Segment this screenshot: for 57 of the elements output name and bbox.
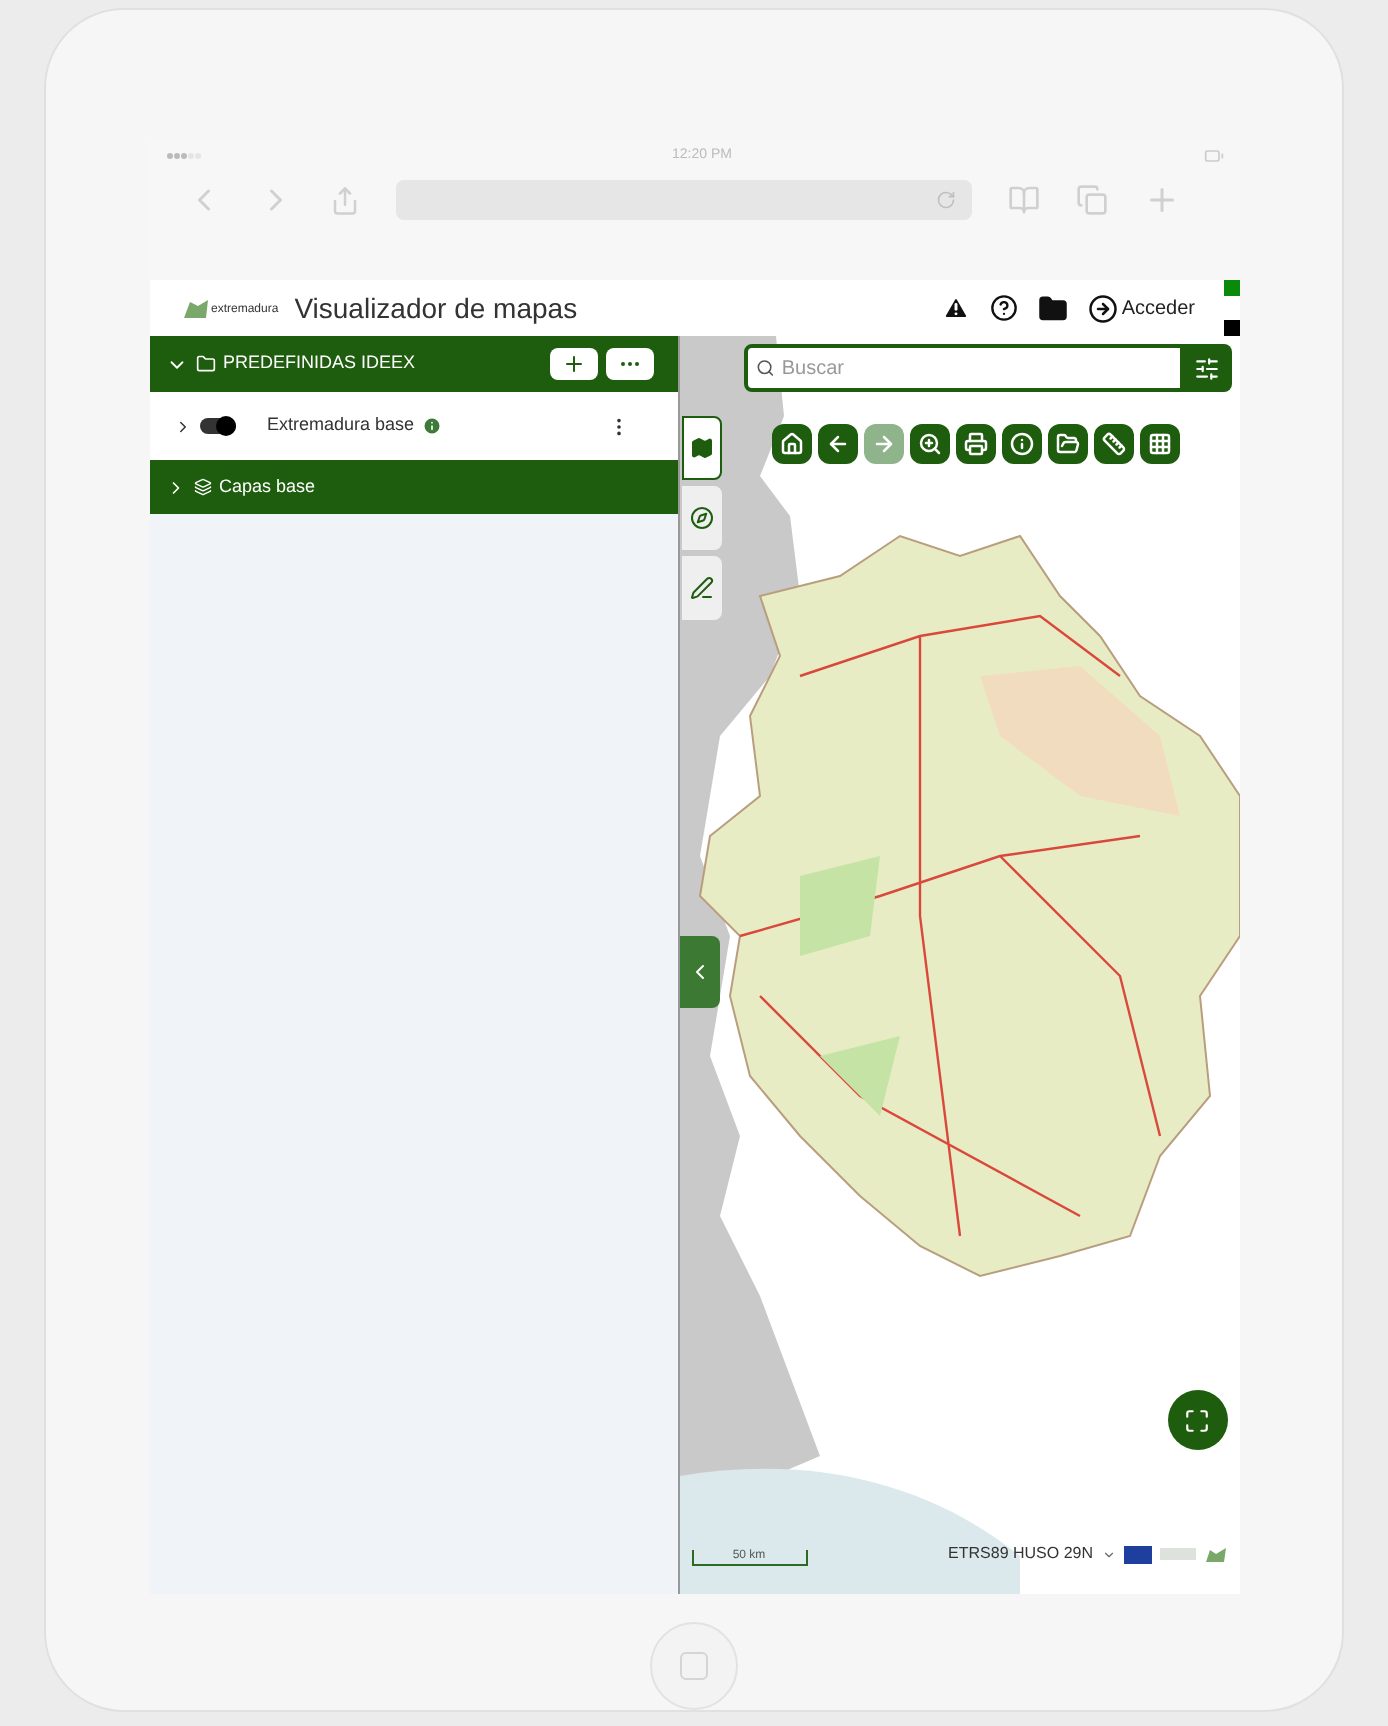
login-icon (1087, 293, 1118, 323)
group-title: Capas base (219, 473, 316, 500)
zoom-icon (917, 432, 941, 456)
app-title: Visualizador de mapas (294, 289, 578, 328)
side-tab[interactable] (681, 556, 721, 620)
folder-icon[interactable] (1037, 293, 1068, 323)
plus-icon (561, 352, 585, 376)
search-icon (755, 358, 774, 378)
info-button[interactable] (1001, 424, 1041, 464)
side-tab[interactable] (681, 486, 721, 550)
login-button[interactable]: Acceder (1087, 293, 1195, 323)
help-icon[interactable] (989, 294, 1018, 322)
sliders-icon (1194, 355, 1220, 381)
grid-icon (1147, 432, 1171, 456)
zoom-button[interactable] (909, 424, 949, 464)
caret-icon[interactable] (1101, 1547, 1115, 1562)
group-header[interactable]: PREDEFINIDAS IDEEX (149, 336, 677, 392)
pencil-icon (689, 576, 713, 600)
logo-icon (1203, 1545, 1227, 1564)
group-header[interactable]: Capas base (149, 460, 677, 514)
home-button[interactable] (771, 424, 811, 464)
back-button[interactable] (817, 424, 857, 464)
battery-icon (1203, 146, 1223, 166)
layers-icon (193, 478, 211, 496)
add-button[interactable] (549, 348, 597, 380)
side-tab[interactable] (681, 416, 721, 480)
map-icon (689, 436, 713, 460)
funding-logo (1159, 1548, 1195, 1561)
search-field[interactable]: Buscar (743, 344, 1183, 392)
forward-icon (871, 432, 895, 456)
folder-icon (195, 354, 215, 374)
projection-selector[interactable]: ETRS89 HUSO 29N (948, 1542, 1093, 1567)
search-input[interactable]: Buscar (781, 353, 1171, 383)
home-icon (779, 432, 803, 456)
measure-button[interactable] (1093, 424, 1133, 464)
info-icon[interactable] (422, 416, 443, 436)
warning-icon[interactable] (941, 294, 970, 322)
compass-icon (689, 506, 713, 530)
layer-row[interactable]: Extremadura base (149, 392, 677, 460)
measure-icon (1101, 432, 1125, 456)
corner-mark (1223, 280, 1239, 296)
info-icon (1009, 432, 1033, 456)
print-icon (963, 432, 987, 456)
layer-toggle[interactable] (199, 418, 235, 434)
fullscreen-icon (1184, 1407, 1210, 1433)
logo-icon (181, 296, 209, 320)
group-title: PREDEFINIDAS IDEEX (223, 350, 416, 377)
layer-name: Extremadura base (267, 412, 415, 439)
search-options-button[interactable] (1183, 344, 1231, 392)
grid-button[interactable] (1139, 424, 1179, 464)
print-button[interactable] (955, 424, 995, 464)
folder-button[interactable] (1047, 424, 1087, 464)
back-icon (825, 432, 849, 456)
folder-icon (1055, 432, 1079, 456)
more-button[interactable] (605, 348, 653, 380)
signal-icon (165, 152, 201, 160)
corner-mark (1223, 320, 1239, 336)
